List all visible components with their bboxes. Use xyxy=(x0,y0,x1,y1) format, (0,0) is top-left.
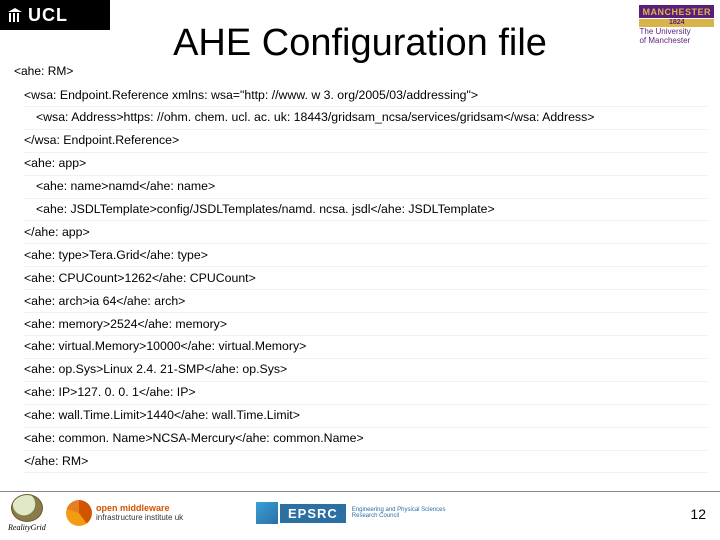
epsrc-sub2: Research Council xyxy=(352,513,446,519)
root-tag: <ahe: RM> xyxy=(14,64,73,78)
omii-text: open middleware infrastructure institute… xyxy=(96,504,183,522)
epsrc-square-icon xyxy=(256,502,278,524)
xml-line: </ahe: RM> xyxy=(24,451,708,474)
xml-line: <ahe: IP>127. 0. 0. 1</ahe: IP> xyxy=(24,382,708,405)
realitygrid-logo: RealityGrid xyxy=(8,494,46,532)
xml-line: <ahe: op.Sys>Linux 2.4. 21-SMP</ahe: op.… xyxy=(24,359,708,382)
omii-logo: open middleware infrastructure institute… xyxy=(66,500,183,526)
xml-line: <ahe: common. Name>NCSA-Mercury</ahe: co… xyxy=(24,428,708,451)
omii-rest: infrastructure institute uk xyxy=(96,513,183,522)
xml-line: <ahe: arch>ia 64</ahe: arch> xyxy=(24,290,708,313)
xml-line: <ahe: CPUCount>1262</ahe: CPUCount> xyxy=(24,267,708,290)
epsrc-logo: EPSRC Engineering and Physical Sciences … xyxy=(256,502,446,524)
footer: RealityGrid open middleware infrastructu… xyxy=(0,491,720,534)
swirl-icon xyxy=(66,500,92,526)
xml-line: <ahe: app> xyxy=(24,153,708,176)
xml-line: <ahe: JSDLTemplate>config/JSDLTemplates/… xyxy=(24,199,708,222)
realitygrid-text: RealityGrid xyxy=(8,523,46,532)
slide-title: AHE Configuration file xyxy=(0,22,720,65)
xml-line: </ahe: app> xyxy=(24,221,708,244)
xml-line: <wsa: Endpoint.Reference xmlns: wsa="htt… xyxy=(24,84,708,107)
xml-line: <ahe: memory>2524</ahe: memory> xyxy=(24,313,708,336)
xml-line: <wsa: Address>https: //ohm. chem. ucl. a… xyxy=(24,107,708,130)
page-number: 12 xyxy=(690,506,706,522)
epsrc-text: EPSRC xyxy=(280,504,346,523)
xml-line: </wsa: Endpoint.Reference> xyxy=(24,130,708,153)
globe-icon xyxy=(11,494,43,522)
xml-line: <ahe: wall.Time.Limit>1440</ahe: wall.Ti… xyxy=(24,405,708,428)
manchester-badge: MANCHESTER xyxy=(639,5,714,18)
ucl-portico-icon xyxy=(8,8,22,22)
xml-content: <wsa: Endpoint.Reference xmlns: wsa="htt… xyxy=(24,84,708,473)
xml-line: <ahe: virtual.Memory>10000</ahe: virtual… xyxy=(24,336,708,359)
xml-line: <ahe: name>namd</ahe: name> xyxy=(24,176,708,199)
xml-line: <ahe: type>Tera.Grid</ahe: type> xyxy=(24,244,708,267)
